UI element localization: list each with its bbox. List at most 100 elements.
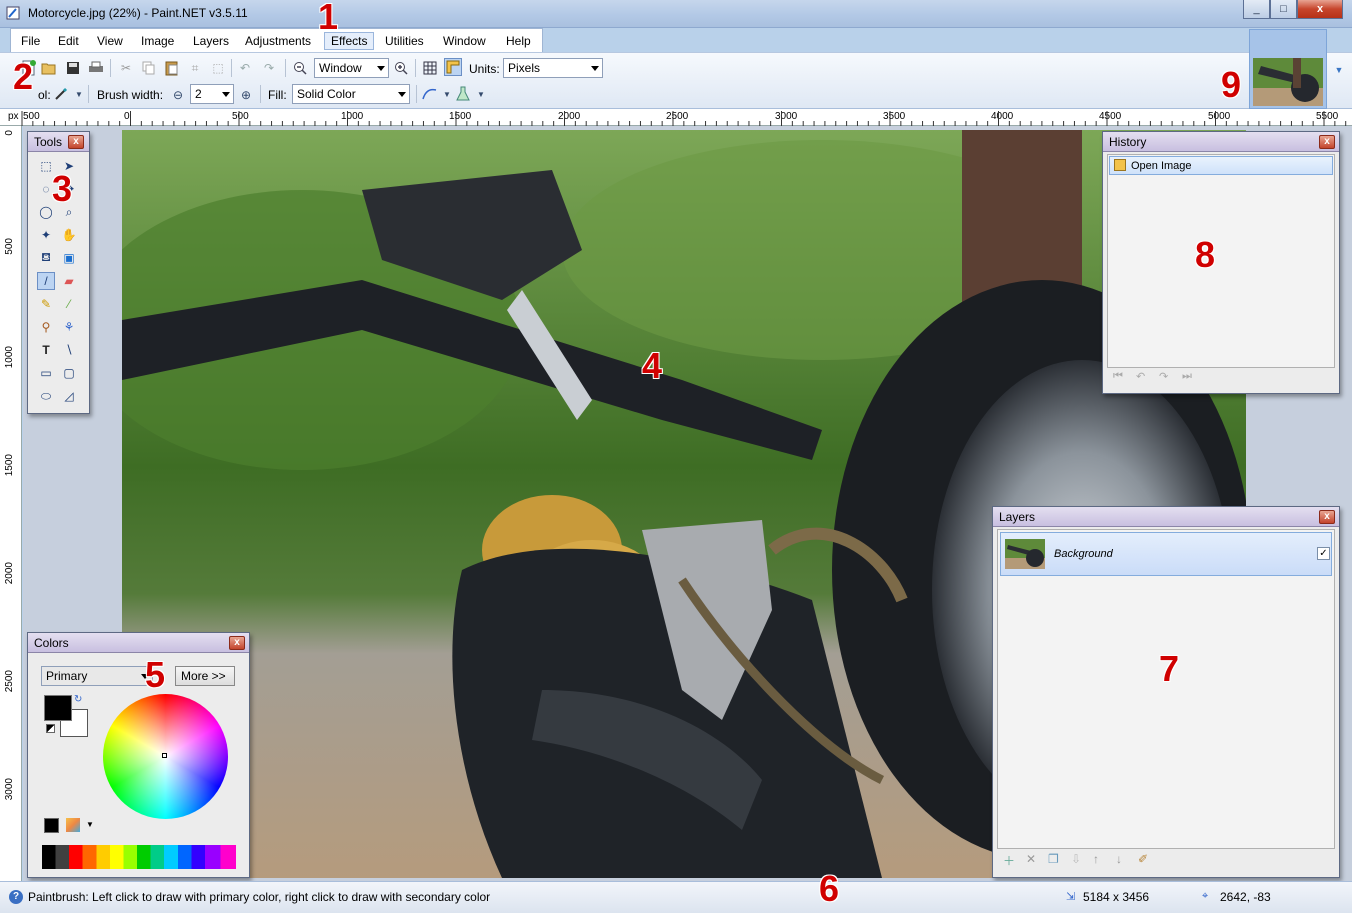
units-select[interactable]: Pixels	[503, 58, 603, 78]
crop-icon[interactable]: ⌗	[186, 59, 204, 77]
menu-layers[interactable]: Layers	[193, 34, 229, 48]
redo-icon[interactable]: ↷	[1159, 370, 1168, 383]
layer-name: Background	[1054, 548, 1113, 560]
rectangle-icon[interactable]: ▭	[37, 364, 55, 382]
color-palette[interactable]	[42, 845, 236, 869]
redo-icon[interactable]: ↷	[260, 59, 278, 77]
colors-panel-header[interactable]: Colors x	[28, 633, 249, 653]
gradient-icon[interactable]: ▣	[60, 249, 78, 267]
add-layer-icon[interactable]: ＋	[1003, 852, 1015, 869]
paintbrush-tool-icon[interactable]	[52, 85, 70, 103]
vertical-ruler: 0 500 1000 1500 2000 2500 3000	[0, 126, 22, 881]
annotation-number: 1	[318, 0, 339, 37]
tool-label: ol:	[38, 88, 51, 102]
copy-icon[interactable]	[140, 59, 158, 77]
recolor-icon[interactable]: ⚘	[60, 318, 78, 336]
history-list: Open Image	[1107, 154, 1335, 368]
thumbnail-image	[1253, 58, 1323, 106]
menu-window[interactable]: Window	[443, 34, 486, 48]
zoom-select[interactable]: Window	[314, 58, 389, 78]
freeform-shape-icon[interactable]: ◿	[60, 387, 78, 405]
move-layer-up-icon[interactable]: ↑	[1093, 852, 1099, 866]
menu-adjustments[interactable]: Adjustments	[245, 34, 311, 48]
color-picker-icon[interactable]: ⁄	[60, 295, 78, 313]
color-wheel[interactable]	[103, 694, 228, 819]
tools-panel-header[interactable]: Tools x	[28, 132, 89, 152]
paintbrush-icon[interactable]: /	[37, 272, 55, 290]
clone-stamp-icon[interactable]: ⚲	[37, 318, 55, 336]
pan-icon[interactable]: ✋	[60, 226, 78, 244]
separator	[110, 59, 111, 77]
history-item[interactable]: Open Image	[1109, 156, 1333, 175]
last-step-icon[interactable]: ⏭	[1182, 370, 1192, 383]
primary-color-swatch[interactable]	[44, 695, 72, 721]
grid-icon[interactable]	[421, 59, 439, 77]
close-icon[interactable]: x	[1319, 135, 1335, 149]
increase-width-icon[interactable]: ⊕	[237, 86, 255, 104]
menu-utilities[interactable]: Utilities	[385, 34, 424, 48]
chevron-down-icon[interactable]: ▼	[86, 820, 94, 829]
layer-row[interactable]: Background ✓	[1000, 532, 1332, 576]
brush-width-select[interactable]: 2	[190, 84, 234, 104]
print-icon[interactable]	[87, 59, 105, 77]
chevron-down-icon[interactable]: ▼	[472, 85, 490, 103]
add-to-palette-icon[interactable]	[44, 818, 59, 833]
zoom-out-icon[interactable]	[291, 59, 309, 77]
units-value: Pixels	[508, 61, 541, 75]
layer-properties-icon[interactable]: ✐	[1138, 852, 1148, 866]
antialiasing-icon[interactable]	[421, 85, 439, 103]
pencil-icon[interactable]: ✎	[37, 295, 55, 313]
magic-wand-icon[interactable]: ✦	[37, 226, 55, 244]
ruler-tick: 1000	[4, 346, 15, 369]
ruler-tick: 2000	[4, 562, 15, 585]
image-thumbnail-tab[interactable]	[1249, 29, 1327, 109]
save-icon[interactable]	[64, 59, 82, 77]
menu-view[interactable]: View	[97, 34, 123, 48]
title-bar: Motorcycle.jpg (22%) - Paint.NET v3.5.11…	[0, 0, 1352, 28]
ellipse-icon[interactable]: ⬭	[37, 387, 55, 405]
move-layer-down-icon[interactable]: ↓	[1116, 852, 1122, 866]
ruler-toggle-icon[interactable]	[444, 58, 462, 76]
reset-colors-icon[interactable]	[46, 724, 55, 733]
close-icon[interactable]: x	[68, 135, 84, 149]
status-bar: ? Paintbrush: Left click to draw with pr…	[0, 881, 1352, 913]
zoom-in-icon[interactable]	[392, 59, 410, 77]
cut-icon[interactable]: ✂	[117, 59, 135, 77]
deselect-icon[interactable]: ⬚	[209, 59, 227, 77]
annotation-number: 9	[1221, 64, 1242, 105]
palette-icon[interactable]	[66, 818, 80, 832]
open-folder-icon[interactable]	[40, 59, 58, 77]
undo-icon[interactable]: ↶	[236, 59, 254, 77]
decrease-width-icon[interactable]: ⊖	[169, 86, 187, 104]
fill-select[interactable]: Solid Color	[292, 84, 410, 104]
line-curve-icon[interactable]: ∖	[60, 341, 78, 359]
rounded-rectangle-icon[interactable]: ▢	[60, 364, 78, 382]
text-icon[interactable]: T	[37, 341, 55, 359]
paint-bucket-icon[interactable]: ⛾	[37, 249, 55, 267]
eraser-icon[interactable]: ▰	[60, 272, 78, 290]
maximize-button[interactable]: □	[1270, 0, 1297, 19]
menu-help[interactable]: Help	[506, 34, 531, 48]
close-icon[interactable]: x	[229, 636, 245, 650]
menu-file[interactable]: File	[21, 34, 40, 48]
paste-icon[interactable]	[163, 59, 181, 77]
chevron-down-icon[interactable]: ▼	[70, 85, 88, 103]
more-colors-button[interactable]: More >>	[175, 666, 235, 686]
close-button[interactable]: x	[1297, 0, 1343, 19]
menu-edit[interactable]: Edit	[58, 34, 79, 48]
delete-layer-icon[interactable]: ✕	[1026, 852, 1036, 866]
merge-layer-down-icon[interactable]: ⇩	[1071, 852, 1081, 866]
minimize-button[interactable]: _	[1243, 0, 1270, 19]
duplicate-layer-icon[interactable]: ❐	[1048, 852, 1059, 866]
image-list-dropdown-icon[interactable]: ▼	[1330, 61, 1348, 79]
undo-icon[interactable]: ↶	[1136, 370, 1145, 383]
first-step-icon[interactable]: ⏮	[1113, 370, 1123, 383]
layer-visibility-checkbox[interactable]: ✓	[1317, 547, 1330, 560]
blend-mode-icon[interactable]	[454, 85, 472, 103]
history-panel-header[interactable]: History x	[1103, 132, 1339, 152]
menu-image[interactable]: Image	[141, 34, 174, 48]
color-mode-select[interactable]: Primary	[41, 666, 153, 686]
layers-panel-header[interactable]: Layers x	[993, 507, 1339, 527]
swap-colors-icon[interactable]: ↻	[74, 694, 82, 705]
close-icon[interactable]: x	[1319, 510, 1335, 524]
